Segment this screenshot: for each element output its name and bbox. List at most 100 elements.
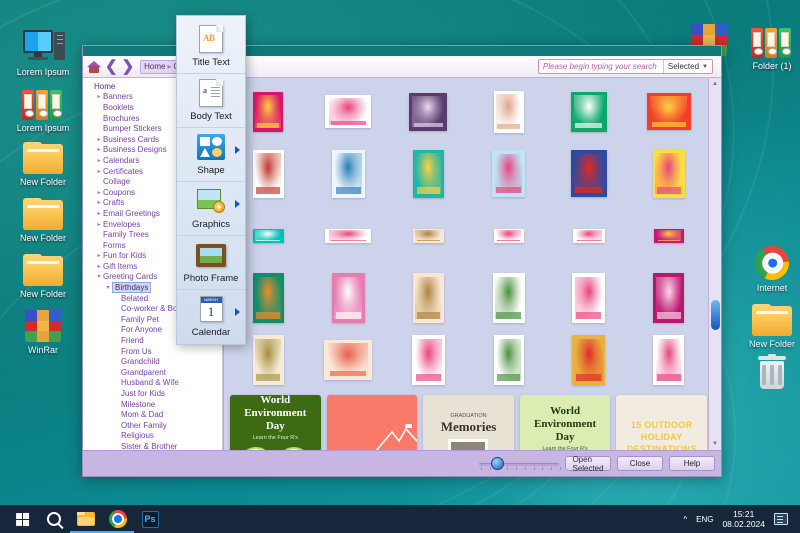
thumbnail-cell[interactable] — [390, 83, 466, 140]
template-thumbnail[interactable] — [646, 93, 691, 130]
thumbnail-cell[interactable] — [470, 269, 546, 326]
thumbnail-cell[interactable] — [551, 331, 627, 388]
collapsed-arrow-icon[interactable]: ▸ — [95, 252, 103, 259]
thumbnail-cell[interactable] — [310, 83, 386, 140]
desktop-icon-lorem-ipsum-pc[interactable]: Lorem Ipsum — [6, 22, 80, 78]
desktop-icon-winrar[interactable]: WinRar — [6, 300, 80, 356]
template-thumbnail[interactable] — [652, 149, 685, 198]
thumbnail-cell[interactable] — [631, 331, 707, 388]
tree-item[interactable]: Mom & Dad — [86, 409, 222, 420]
action-center-icon[interactable] — [774, 513, 788, 525]
home-icon[interactable] — [87, 60, 101, 74]
tree-item[interactable]: Sister & Brother — [86, 441, 222, 450]
template-thumbnail[interactable] — [252, 149, 284, 198]
thumbnail-cell[interactable] — [310, 331, 386, 388]
template-thumbnail[interactable] — [325, 95, 372, 128]
collapsed-arrow-icon[interactable]: ▸ — [95, 168, 103, 175]
gallery-scrollbar[interactable]: ▲ ▼ — [708, 78, 721, 450]
close-button[interactable]: Close — [617, 456, 663, 471]
template-thumbnail[interactable] — [411, 334, 445, 385]
chrome-button[interactable] — [102, 505, 134, 533]
template-thumbnail[interactable] — [412, 149, 444, 198]
thumbnail-cell[interactable] — [631, 83, 707, 140]
zoom-slider[interactable] — [479, 456, 561, 472]
help-button[interactable]: Help — [669, 456, 715, 471]
featured-card[interactable]: CONQUEROUTDOOR & LEISURE — [326, 395, 418, 450]
search-scope-dropdown[interactable]: Selected ▼ — [662, 60, 712, 73]
tree-item[interactable]: From Us — [86, 346, 222, 357]
thumbnail-cell[interactable] — [631, 207, 707, 264]
search-input[interactable] — [538, 60, 663, 73]
collapsed-arrow-icon[interactable]: ▸ — [95, 93, 103, 100]
clock[interactable]: 15:21 08.02.2024 — [722, 509, 765, 529]
template-thumbnail[interactable] — [572, 272, 606, 323]
show-hidden-icons-icon[interactable]: ^ — [683, 515, 687, 524]
desktop-icon-recycle-bin[interactable] — [735, 348, 800, 393]
scroll-down-arrow-icon[interactable]: ▼ — [709, 438, 721, 450]
template-thumbnail[interactable] — [253, 91, 284, 132]
tree-item[interactable]: Milestone — [86, 399, 222, 410]
desktop-icon-new-folder-right[interactable]: New Folder — [735, 294, 800, 350]
featured-card[interactable]: World Environment DayLearn the Four R'sR… — [230, 395, 321, 450]
search-box[interactable]: Selected ▼ — [537, 59, 713, 74]
insert-object-menu[interactable]: AB Title Text a Body Text Shape + Graphi… — [176, 15, 246, 345]
file-explorer-button[interactable] — [70, 505, 102, 533]
desktop-icon-lorem-ipsum-binders[interactable]: Lorem Ipsum — [6, 78, 80, 134]
template-thumbnail[interactable] — [324, 339, 373, 380]
template-thumbnail[interactable] — [572, 228, 605, 243]
expanded-arrow-icon[interactable]: ▾ — [104, 284, 112, 291]
thumbnail-cell[interactable] — [470, 207, 546, 264]
template-thumbnail[interactable] — [572, 334, 606, 385]
collapsed-arrow-icon[interactable]: ▸ — [95, 136, 103, 143]
template-thumbnail[interactable] — [653, 272, 685, 323]
collapsed-arrow-icon[interactable]: ▸ — [95, 146, 103, 153]
desktop-icon-new-folder-2[interactable]: New Folder — [6, 188, 80, 244]
template-thumbnail[interactable] — [493, 334, 524, 385]
thumbnail-cell[interactable] — [551, 145, 627, 202]
template-thumbnail[interactable] — [412, 272, 444, 323]
desktop-icon-folder-1[interactable]: Folder (1) — [735, 16, 800, 72]
menu-item-photo-frame[interactable]: Photo Frame — [177, 235, 245, 289]
slider-knob[interactable] — [491, 456, 504, 470]
collapsed-arrow-icon[interactable]: ▸ — [95, 221, 103, 228]
template-thumbnail[interactable] — [252, 228, 284, 243]
photoshop-button[interactable]: Ps — [134, 505, 166, 533]
thumbnail-cell[interactable] — [551, 207, 627, 264]
template-thumbnail[interactable] — [492, 272, 525, 323]
thumbnail-cell[interactable] — [390, 331, 466, 388]
thumbnail-cell[interactable] — [631, 145, 707, 202]
template-thumbnail[interactable] — [492, 150, 526, 197]
menu-item-body-text[interactable]: a Body Text — [177, 73, 245, 127]
start-button[interactable] — [6, 505, 38, 533]
template-thumbnail[interactable] — [493, 228, 524, 243]
template-thumbnail[interactable] — [409, 92, 448, 131]
desktop-icon-new-folder-3[interactable]: New Folder — [6, 244, 80, 300]
thumbnail-cell[interactable] — [631, 269, 707, 326]
featured-card[interactable]: World Environment DayLearn the Four R'sR… — [519, 395, 611, 450]
template-thumbnail[interactable] — [570, 91, 607, 132]
collapsed-arrow-icon[interactable]: ▸ — [95, 263, 103, 270]
tree-item[interactable]: Husband & Wife — [86, 378, 222, 389]
tree-item[interactable]: Grandchild — [86, 356, 222, 367]
tree-item[interactable]: Grandparent — [86, 367, 222, 378]
scroll-up-arrow-icon[interactable]: ▲ — [709, 78, 721, 90]
thumbnail-cell[interactable] — [470, 145, 546, 202]
tree-item[interactable]: Religious — [86, 431, 222, 442]
thumbnail-cell[interactable] — [551, 269, 627, 326]
template-thumbnail[interactable] — [331, 272, 365, 323]
scrollbar-thumb[interactable] — [711, 300, 720, 330]
tree-item[interactable]: Just for Kids — [86, 388, 222, 399]
menu-item-calendar[interactable]: MARCH 1 Calendar — [177, 289, 245, 343]
template-thumbnail[interactable] — [493, 90, 524, 133]
thumbnail-cell[interactable] — [470, 331, 546, 388]
thumbnail-cell[interactable] — [310, 269, 386, 326]
thumbnail-cell[interactable] — [470, 83, 546, 140]
menu-item-graphics[interactable]: + Graphics — [177, 181, 245, 235]
template-thumbnail[interactable] — [252, 334, 284, 385]
expanded-arrow-icon[interactable]: ▾ — [95, 273, 103, 280]
collapsed-arrow-icon[interactable]: ▸ — [95, 210, 103, 217]
template-thumbnail[interactable] — [653, 334, 685, 385]
template-thumbnail[interactable] — [653, 228, 684, 243]
collapsed-arrow-icon[interactable]: ▸ — [95, 189, 103, 196]
desktop-icon-new-folder-1[interactable]: New Folder — [6, 132, 80, 188]
